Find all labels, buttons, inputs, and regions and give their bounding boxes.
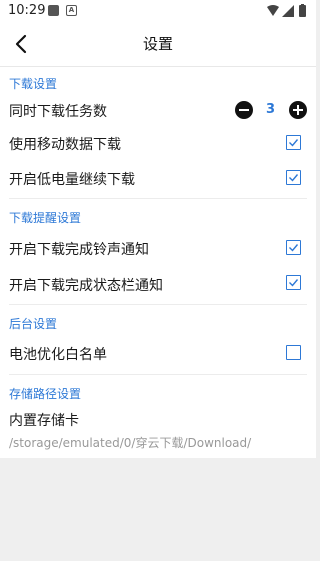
statusbar-notify-checkbox[interactable] [286,275,301,290]
check-icon [289,279,299,287]
storage-location-label[interactable]: 内置存储卡 [9,410,79,430]
increment-button[interactable] [289,101,307,119]
check-icon [289,244,299,252]
mobile-data-label: 使用移动数据下载 [9,137,121,153]
low-battery-checkbox[interactable] [286,170,301,185]
concurrent-tasks-label: 同时下载任务数 [9,104,107,120]
check-icon [289,139,299,147]
section-title-reminder: 下载提醒设置 [9,211,82,225]
wifi-icon [267,5,279,16]
notification-a-icon: A [66,5,77,16]
status-icons [267,4,306,17]
battery-icon [299,4,306,17]
divider [9,374,307,375]
storage-path: /storage/emulated/0/穿云下载/Download/ [9,436,252,450]
section-title-download: 下载设置 [9,77,58,91]
mobile-data-checkbox[interactable] [286,135,301,150]
page-title: 设置 [142,35,173,53]
decrement-button[interactable] [235,101,253,119]
section-title-storage: 存储路径设置 [9,387,82,401]
ringtone-notify-checkbox[interactable] [286,240,301,255]
divider [9,304,307,305]
notification-icon [48,5,59,16]
check-icon [289,174,299,182]
low-battery-label: 开启低电量继续下载 [9,172,135,188]
signal-icon [282,5,294,17]
app-bar: 设置 [0,24,316,66]
divider [9,198,307,199]
ringtone-notify-label: 开启下载完成铃声通知 [9,242,149,258]
concurrent-tasks-value: 3 [266,102,276,117]
settings-panel: 下载设置 同时下载任务数 3 使用移动数据下载 开启低电量继续下载 下载提醒设置… [0,66,316,458]
section-title-background: 后台设置 [9,317,58,331]
status-time: 10:29 [8,3,46,18]
battery-whitelist-label: 电池优化白名单 [9,347,107,363]
battery-whitelist-checkbox[interactable] [286,345,301,360]
status-bar: 10:29 A [0,0,316,24]
statusbar-notify-label: 开启下载完成状态栏通知 [9,278,163,294]
